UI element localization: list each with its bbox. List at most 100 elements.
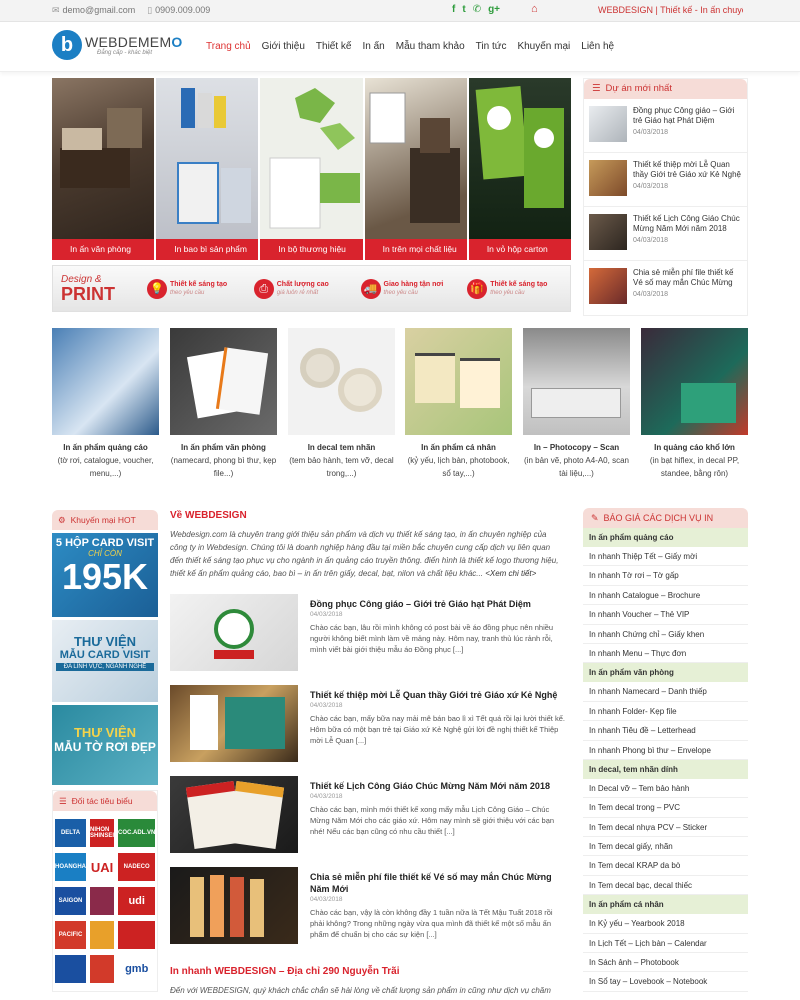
post-item[interactable]: Thiết kế thiệp mời Lễ Quan thầy Giới trẻ…	[170, 685, 565, 762]
price-item[interactable]: In nhanh Chứng chỉ – Giấy khen	[583, 625, 748, 644]
nav-samples[interactable]: Mẫu tham khảo	[396, 41, 465, 52]
price-item[interactable]: In Sách ảnh – Photobook	[583, 953, 748, 973]
design-print-banner[interactable]: Design & PRINT 💡 Thiết kế sáng tạo theo yê…	[52, 265, 571, 312]
nav-news[interactable]: Tin tức	[476, 41, 507, 52]
promo-flyer-library[interactable]: THƯ VIỆN MẪU TỜ RƠI ĐẸP	[52, 705, 158, 785]
partner-logo-uai[interactable]: UAI	[90, 853, 115, 881]
widget-title: ✎ BÁO GIÁ CÁC DỊCH VỤ IN	[583, 508, 748, 528]
partner-logo[interactable]	[55, 955, 86, 983]
banner-carton-print[interactable]: In vỏ hộp carton	[468, 78, 572, 260]
price-item[interactable]: In nhanh Thiệp Tết – Giấy mời	[583, 547, 748, 567]
partner-logo-udi[interactable]: udi	[118, 887, 156, 915]
product-card[interactable]: In ấn phẩm cá nhân (kỷ yếu, lịch bàn, pho…	[405, 328, 512, 480]
promo-card-library[interactable]: THƯ VIỆN MẪU CARD VISIT ĐA LĨNH VỰC, NGÀ…	[52, 620, 158, 702]
nav-design[interactable]: Thiết kế	[316, 41, 352, 52]
price-item[interactable]: In Tem decal giấy, nhãn	[583, 837, 748, 857]
price-item[interactable]: In nhanh Phong bì thư – Envelope	[583, 741, 748, 760]
banner-office-print[interactable]: In ấn văn phòng	[52, 78, 155, 260]
truck-icon: 🚚	[360, 278, 381, 299]
service-banner: In ấn văn phòng In bao bì sản phẩm In bộ…	[52, 78, 572, 260]
address-text: Đến với WEBDESIGN, quý khách chắc chắn s…	[170, 986, 551, 995]
google-plus-icon[interactable]: g+	[488, 4, 500, 15]
banner-caption: In ấn văn phòng	[52, 239, 155, 260]
project-item[interactable]: Đồng phục Công giáo – Giới trẻ Giáo hạt …	[584, 99, 747, 153]
mobile-icon: ▯	[147, 5, 153, 15]
post-item[interactable]: Chia sẻ miễn phí file thiết kế Vé số may…	[170, 867, 565, 944]
price-category[interactable]: In decal, tem nhãn dính	[583, 759, 748, 779]
post-item[interactable]: Thiết kế Lịch Công Giáo Chúc Mừng Năm Mớ…	[170, 776, 565, 853]
nav-contact[interactable]: Liên hệ	[581, 41, 614, 52]
home-icon[interactable]: ⌂	[531, 3, 538, 15]
price-item[interactable]: In Tem decal nhựa PCV – Sticker	[583, 818, 748, 838]
post-item[interactable]: Đồng phục Công giáo – Giới trẻ Giáo hạt …	[170, 594, 565, 671]
price-item[interactable]: In nhanh Namecard – Danh thiếp	[583, 682, 748, 702]
price-item[interactable]: In nhanh Tiêu đề – Letterhead	[583, 721, 748, 741]
main-content: Về WEBDESIGN Webdesign.com là chuyên tra…	[170, 510, 565, 995]
facebook-icon[interactable]: f	[452, 4, 455, 15]
post-image	[170, 776, 298, 853]
list-icon: ☰	[59, 796, 67, 806]
product-card[interactable]: In decal tem nhãn (tem bảo hành, tem vỡ, …	[288, 328, 395, 480]
price-item[interactable]: In Tem decal bạc, decal thiếc	[583, 876, 748, 896]
project-item[interactable]: Chia sẻ miễn phí file thiết kế Vé số may…	[584, 261, 747, 315]
product-card[interactable]: In quảng cáo khổ lớn (in bạt hiflex, in d…	[641, 328, 748, 480]
partner-logo[interactable]	[90, 887, 115, 915]
price-item[interactable]: In Tem decal KRAP da bò	[583, 856, 748, 876]
price-item[interactable]: In nhanh Menu – Thực đơn	[583, 644, 748, 664]
partner-logo-cocadl[interactable]: COC.ADL.VN	[118, 819, 156, 847]
partner-logo-delta[interactable]: DELTA	[55, 819, 86, 847]
logo[interactable]: b WEBDEMEMO Đẳng cấp - khác biệt	[52, 30, 183, 60]
partner-logo-nihon[interactable]: NIHON SHINSEI	[90, 819, 115, 847]
price-item[interactable]: In nhanh Tờ rơi – Tờ gấp	[583, 566, 748, 586]
twitter-icon[interactable]: t	[462, 4, 465, 15]
project-item[interactable]: Thiết kế thiệp mời Lễ Quan thầy Giới trẻ…	[584, 153, 747, 207]
partner-logo-hoangha[interactable]: HOANGHA	[55, 853, 86, 881]
logo-mark: b	[52, 30, 82, 60]
nav-home[interactable]: Trang chủ	[206, 41, 251, 52]
read-more-link[interactable]: <Xem chi tiết>	[485, 569, 536, 578]
price-item[interactable]: In Tem decal trong – PVC	[583, 798, 748, 818]
product-image	[405, 328, 512, 435]
phone-contact[interactable]: ▯ 0909.009.009	[147, 5, 210, 16]
price-item[interactable]: In nhanh Folder- Kẹp file	[583, 702, 748, 722]
widget-title: ⚙ Khuyến mại HOT	[52, 510, 158, 530]
price-item[interactable]: In Kỷ yếu – Yearbook 2018	[583, 914, 748, 934]
price-category[interactable]: In ấn phẩm cá nhân	[583, 895, 748, 915]
project-item[interactable]: Thiết kế Lịch Công Giáo Chúc Mừng Năm Mớ…	[584, 207, 747, 261]
phone-icon[interactable]: ✆	[473, 4, 481, 15]
partner-logo[interactable]	[90, 955, 115, 983]
lightbulb-icon: 💡	[147, 278, 167, 299]
product-card[interactable]: In ấn phẩm văn phòng (namecard, phong bì …	[170, 328, 277, 480]
partner-logo-saigon[interactable]: SAIGON	[55, 887, 86, 915]
product-card[interactable]: In – Photocopy – Scan (in bản vẽ, photo A…	[523, 328, 630, 480]
banner-brand-identity[interactable]: In bộ thương hiệu	[260, 78, 363, 260]
nav-promotions[interactable]: Khuyến mại	[517, 41, 570, 52]
banner-packaging-print[interactable]: In bao bì sản phẩm	[156, 78, 259, 260]
price-item[interactable]: In Sổ tay – Lovebook – Notebook	[583, 972, 748, 992]
partner-logo[interactable]	[118, 921, 156, 949]
email-contact[interactable]: ✉ demo@gmail.com	[52, 5, 135, 16]
price-category[interactable]: In ấn phẩm văn phòng	[583, 663, 748, 683]
price-category[interactable]: In ấn phẩm quảng cáo	[583, 528, 748, 547]
project-thumbnail	[589, 160, 627, 196]
feature-quality: ⎙ Chất lượng cao giá luôn rẻ nhất	[250, 278, 357, 299]
promo-card-visit-195k[interactable]: 5 HỘP CARD VISIT CHỈ CÒN 195K	[52, 533, 158, 617]
nav-about[interactable]: Giới thiệu	[262, 41, 305, 52]
latest-projects-widget: ☰ Dự án mới nhất Đồng phục Công giáo – Gi…	[583, 78, 748, 316]
post-image	[170, 867, 298, 944]
widget-title: ☰ Đối tác tiêu biểu	[53, 791, 157, 811]
nav-printing[interactable]: In ấn	[362, 41, 384, 52]
promo-widget: ⚙ Khuyến mại HOT 5 HỘP CARD VISIT CHỈ CÒN…	[52, 510, 158, 785]
price-item[interactable]: In nhanh Voucher – Thẻ VIP	[583, 605, 748, 625]
product-card[interactable]: In ấn phẩm quảng cáo (tờ rơi, catalogue, …	[52, 328, 159, 480]
partner-logo-gmb[interactable]: gmb	[118, 955, 156, 983]
price-item[interactable]: In Decal vỡ – Tem bảo hành	[583, 779, 748, 799]
partner-logo[interactable]	[90, 921, 115, 949]
partner-logo-pacific[interactable]: PACIFIC	[55, 921, 86, 949]
partner-logo-nadeco[interactable]: NADECO	[118, 853, 156, 881]
banner-material-print[interactable]: In trên mọi chất liệu	[364, 78, 467, 260]
gear-icon: ⚙	[58, 515, 66, 525]
price-item[interactable]: In nhanh Catalogue – Brochure	[583, 586, 748, 606]
price-item[interactable]: In Lịch Tết – Lịch bàn – Calendar	[583, 934, 748, 954]
about-title: Về WEBDESIGN	[170, 510, 247, 521]
